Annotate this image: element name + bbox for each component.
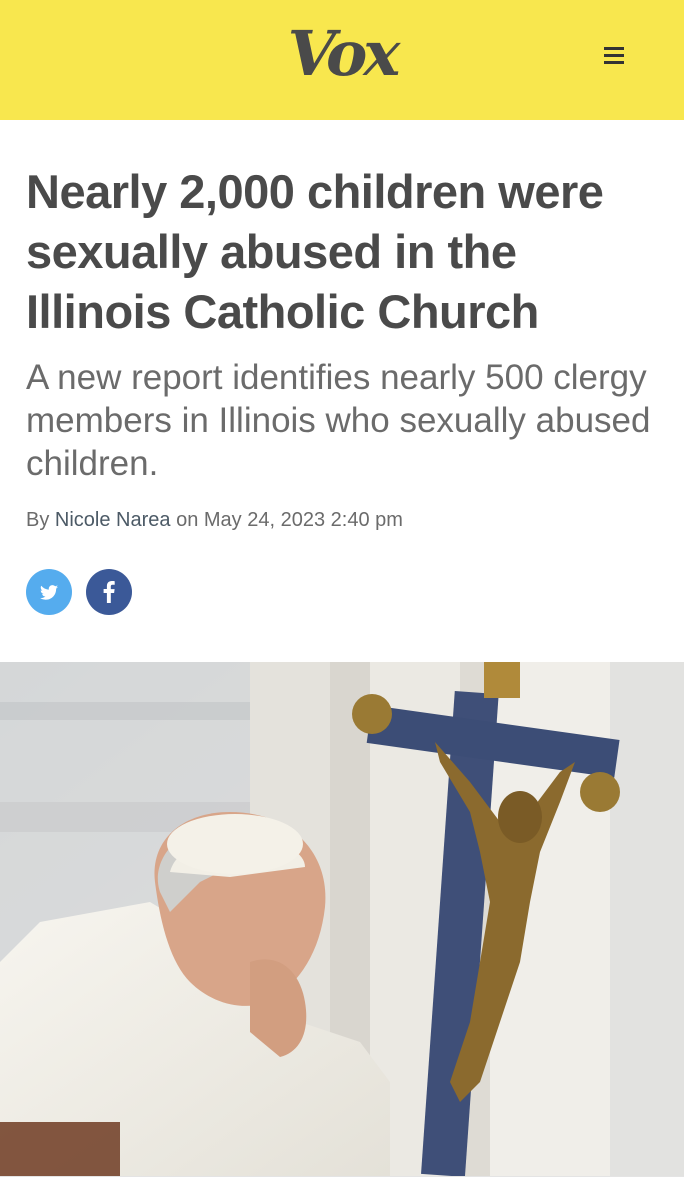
byline: By Nicole Narea on May 24, 2023 2:40 pm [26,506,666,534]
article-hero-image [0,662,684,1176]
menu-line [604,60,624,64]
page-bottom-edge [0,1176,684,1201]
publish-date: May 24, 2023 2:40 pm [203,509,403,531]
vox-logo[interactable]: Vox [0,14,684,94]
article-headline: Nearly 2,000 children were sexually abus… [26,165,604,338]
twitter-icon [40,584,58,600]
byline-prefix: By [26,509,50,531]
article-dek: A new report identifies nearly 500 clerg… [26,358,651,483]
site-header: Vox [0,0,684,120]
facebook-share-button[interactable] [86,569,132,615]
byline-date-prefix: on [176,509,199,531]
author-link[interactable]: Nicole Narea [55,509,171,531]
menu-line [604,46,624,50]
hamburger-menu-icon[interactable] [596,38,632,72]
facebook-icon [103,581,115,603]
twitter-share-button[interactable] [26,569,72,615]
menu-line [604,53,624,57]
hero-photo-illustration [0,662,684,1176]
